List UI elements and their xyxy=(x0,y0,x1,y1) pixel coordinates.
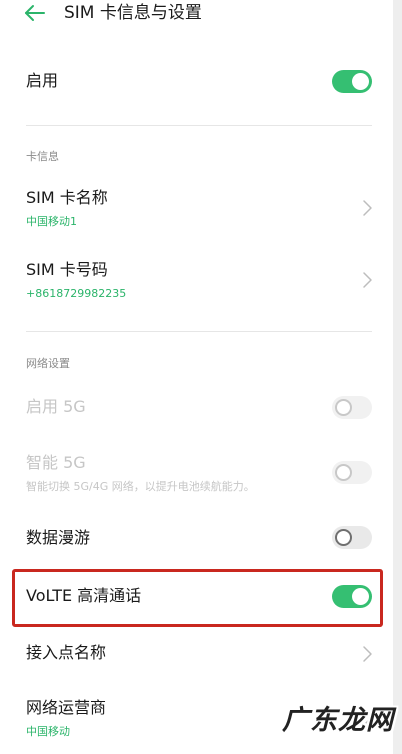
toggle-knob xyxy=(352,73,369,90)
data-roaming-toggle[interactable] xyxy=(332,526,372,549)
screen-edge xyxy=(393,0,402,754)
page-title: SIM 卡信息与设置 xyxy=(64,3,202,23)
enable-sim-row[interactable]: 启用 xyxy=(0,60,393,104)
apn-row[interactable]: 接入点名称 xyxy=(0,632,393,676)
sim-name-row[interactable]: SIM 卡名称 中国移动1 xyxy=(0,180,393,236)
sim-name-label: SIM 卡名称 xyxy=(26,188,108,207)
sim-number-row[interactable]: SIM 卡号码 +8618729982235 xyxy=(0,252,393,308)
smart-5g-toggle[interactable] xyxy=(332,461,372,484)
chevron-right-icon xyxy=(360,271,374,289)
volte-highlight-annotation xyxy=(12,569,383,627)
watermark-logo: 广东龙网 xyxy=(282,705,394,736)
chevron-right-icon xyxy=(360,199,374,217)
sim-name-value: 中国移动1 xyxy=(26,215,77,228)
enable-5g-label: 启用 5G xyxy=(26,397,86,416)
sim-number-value: +8618729982235 xyxy=(26,287,127,300)
section-label-card-info: 卡信息 xyxy=(26,150,59,163)
toggle-knob xyxy=(335,464,352,481)
toggle-knob xyxy=(335,529,352,546)
data-roaming-row[interactable]: 数据漫游 xyxy=(0,516,393,560)
enable-5g-toggle[interactable] xyxy=(332,396,372,419)
chevron-right-icon xyxy=(360,645,374,663)
smart-5g-label: 智能 5G xyxy=(26,453,86,472)
header-bar: SIM 卡信息与设置 xyxy=(0,0,402,32)
toggle-knob xyxy=(335,399,352,416)
carrier-value: 中国移动 xyxy=(26,725,70,738)
carrier-label: 网络运营商 xyxy=(26,698,107,717)
enable-sim-label: 启用 xyxy=(26,71,59,90)
sim-settings-screen: SIM 卡信息与设置 启用 卡信息 SIM 卡名称 中国移动1 SIM 卡号码 … xyxy=(0,0,402,754)
divider xyxy=(26,125,372,126)
section-label-network: 网络设置 xyxy=(26,357,70,370)
arrow-left-icon xyxy=(25,5,45,21)
smart-5g-description: 智能切换 5G/4G 网络，以提升电池续航能力。 xyxy=(26,480,255,493)
divider xyxy=(26,331,372,332)
apn-label: 接入点名称 xyxy=(26,643,107,662)
smart-5g-row[interactable]: 智能 5G 智能切换 5G/4G 网络，以提升电池续航能力。 xyxy=(0,445,393,501)
enable-sim-toggle[interactable] xyxy=(332,70,372,93)
back-button[interactable] xyxy=(22,2,48,24)
data-roaming-label: 数据漫游 xyxy=(26,528,91,547)
enable-5g-row[interactable]: 启用 5G xyxy=(0,386,393,430)
sim-number-label: SIM 卡号码 xyxy=(26,260,108,279)
